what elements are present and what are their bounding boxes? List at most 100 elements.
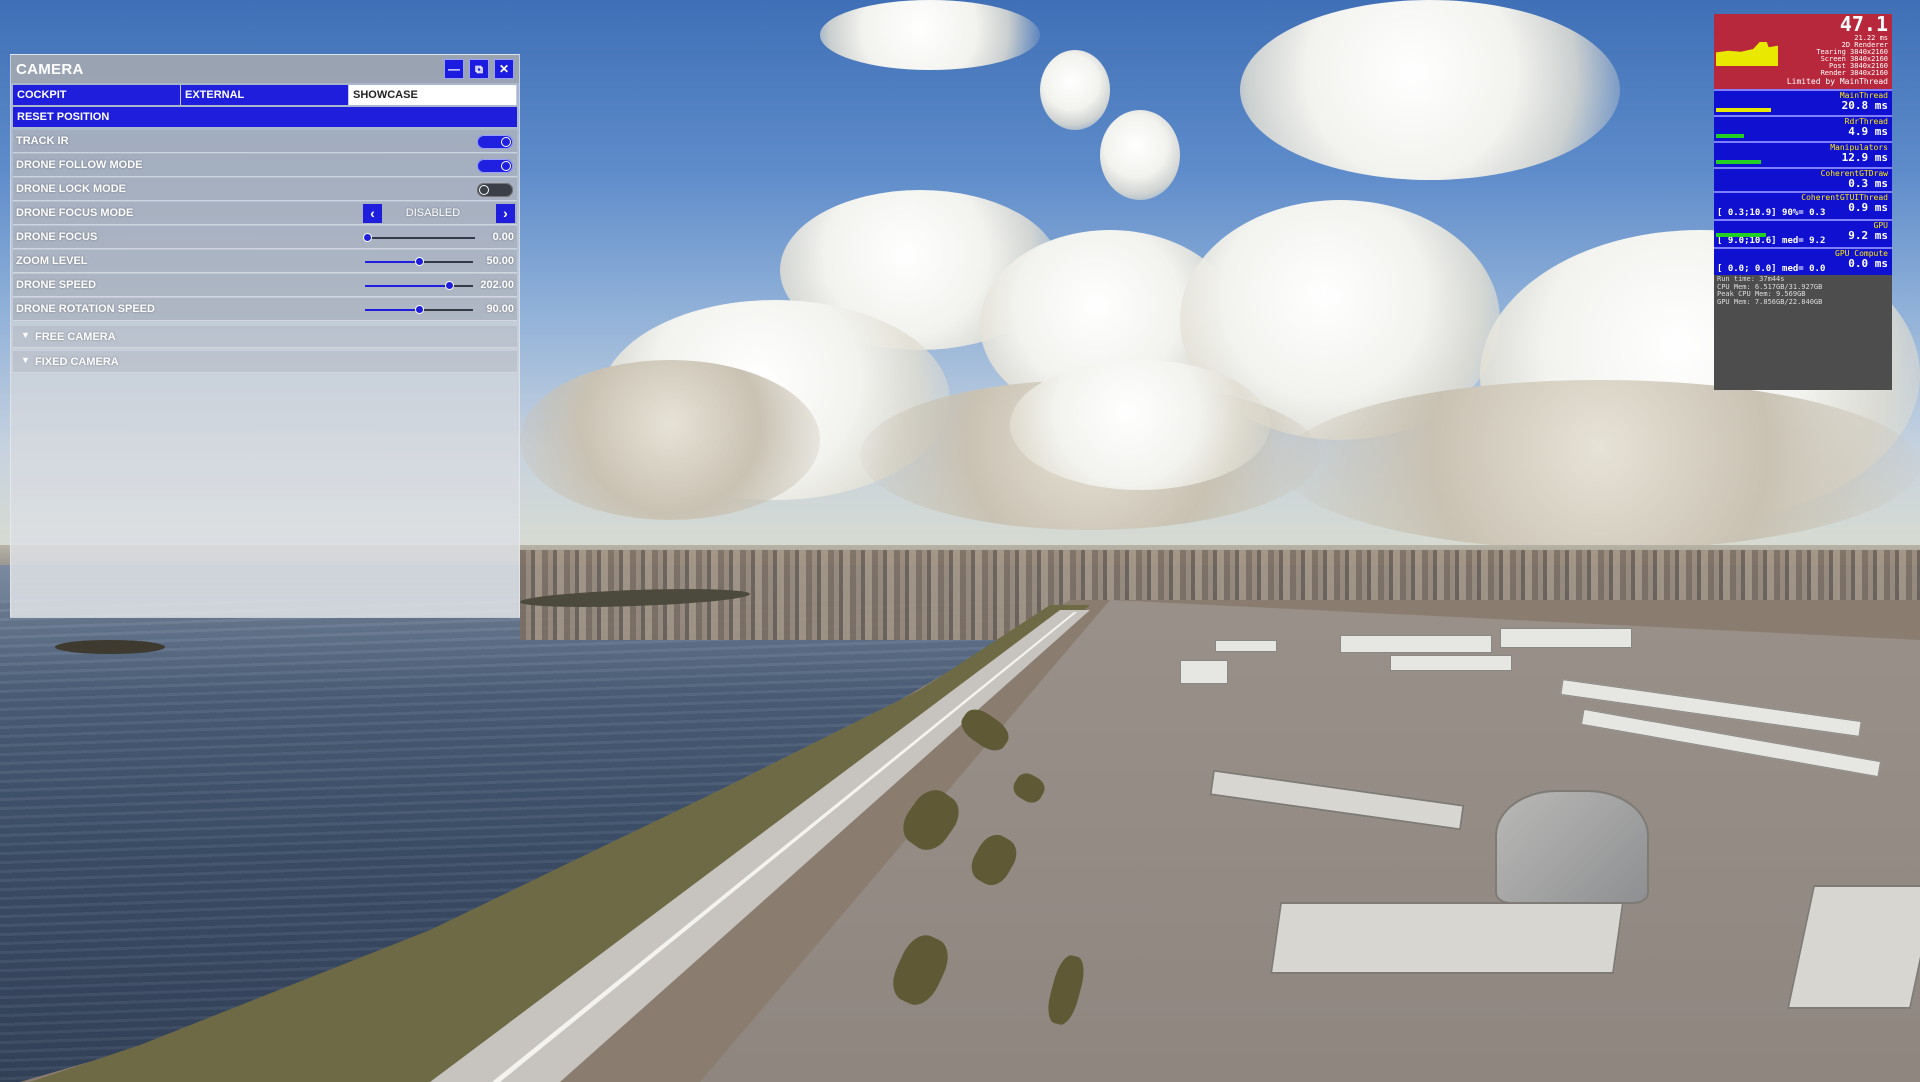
drone-focus-slider[interactable] xyxy=(363,233,475,242)
terminal-building xyxy=(1269,902,1625,974)
tab-cockpit[interactable]: COCKPIT xyxy=(13,85,181,105)
slider-fill xyxy=(365,309,419,311)
frametime-graph xyxy=(1716,35,1778,66)
drone-speed-label: DRONE SPEED xyxy=(16,279,97,291)
hangar xyxy=(1215,640,1277,652)
track-ir-row: TRACK IR xyxy=(13,130,517,153)
fps-limit: Limited by MainThread xyxy=(1786,77,1888,86)
fps-box: 47.1 21.22 ms 2D Renderer Tearing 3840x2… xyxy=(1714,14,1892,89)
track-ir-toggle[interactable] xyxy=(477,135,513,149)
camera-tabs: COCKPIT EXTERNAL SHOWCASE xyxy=(13,85,517,105)
thread-range: [ 0.0; 0.0] med= 0.0 xyxy=(1717,264,1826,274)
cloud xyxy=(1010,360,1270,490)
thread-stat: CoherentGTUIThread 0.9 ms [ 0.3;10.9] 90… xyxy=(1714,191,1892,219)
thread-ms: 0.3 ms xyxy=(1848,177,1888,190)
thread-bar xyxy=(1716,108,1771,112)
drone-focus-mode-row: DRONE FOCUS MODE ‹ DISABLED › xyxy=(13,202,517,225)
thread-ms: 12.9 ms xyxy=(1841,151,1888,164)
thread-stat: Manipulators 12.9 ms xyxy=(1714,141,1892,167)
tab-showcase[interactable]: SHOWCASE xyxy=(349,85,517,105)
fps-value: 47.1 xyxy=(1839,12,1888,36)
toggle-knob xyxy=(501,137,511,147)
drone-lock-mode-row: DRONE LOCK MODE xyxy=(13,178,517,201)
drone-lock-mode-label: DRONE LOCK MODE xyxy=(16,183,126,195)
thread-bar xyxy=(1716,134,1744,138)
camera-panel: CAMERA — ⧉ ✕ COCKPIT EXTERNAL SHOWCASE R… xyxy=(10,54,520,618)
drone-speed-slider[interactable] xyxy=(365,281,473,290)
thread-ms: 0.9 ms xyxy=(1848,201,1888,214)
drone-rotation-speed-row: DRONE ROTATION SPEED 90.00 xyxy=(13,298,517,321)
cloud xyxy=(820,0,1040,70)
thread-stat: GPU 9.2 ms [ 9.0;10.6] med= 9.2 xyxy=(1714,219,1892,247)
cloud xyxy=(1100,110,1180,200)
free-camera-section[interactable]: ▼ FREE CAMERA xyxy=(13,326,517,348)
slider-handle[interactable] xyxy=(415,257,424,266)
chevron-down-icon: ▼ xyxy=(21,330,30,340)
drone-follow-mode-row: DRONE FOLLOW MODE xyxy=(13,154,517,177)
thread-stat: MainThread 20.8 ms xyxy=(1714,89,1892,115)
cloud xyxy=(1280,380,1920,550)
terminal-dome xyxy=(1495,790,1649,904)
free-camera-label: FREE CAMERA xyxy=(35,331,116,343)
drone-follow-mode-label: DRONE FOLLOW MODE xyxy=(16,159,143,171)
hangar xyxy=(1500,628,1632,648)
drone-speed-row: DRONE SPEED 202.00 xyxy=(13,274,517,297)
toggle-knob xyxy=(479,185,489,195)
close-icon: ✕ xyxy=(498,62,510,76)
popout-button[interactable]: ⧉ xyxy=(469,59,489,79)
drone-focus-value: 0.00 xyxy=(492,231,514,243)
zoom-level-slider[interactable] xyxy=(365,257,473,266)
zoom-level-row: ZOOM LEVEL 50.00 xyxy=(13,250,517,273)
drone-focus-row: DRONE FOCUS 0.00 xyxy=(13,226,517,249)
cloud xyxy=(520,360,820,520)
tab-external[interactable]: EXTERNAL xyxy=(181,85,349,105)
thread-ms: 20.8 ms xyxy=(1841,99,1888,112)
panel-title: CAMERA xyxy=(16,60,84,78)
zoom-level-value: 50.00 xyxy=(486,255,514,267)
drone-focus-label: DRONE FOCUS xyxy=(16,231,98,243)
hangar xyxy=(1340,635,1492,653)
focus-mode-prev-button[interactable]: ‹ xyxy=(363,204,382,223)
drone-rotation-speed-slider[interactable] xyxy=(365,305,473,314)
drone-lock-mode-toggle[interactable] xyxy=(477,183,513,197)
slider-fill xyxy=(365,261,419,263)
thread-ms: 9.2 ms xyxy=(1848,229,1888,242)
slider-handle[interactable] xyxy=(445,281,455,290)
memory-stats: Run time: 37m44s CPU Mem: 6.517GB/31.927… xyxy=(1717,275,1823,306)
drone-rotation-speed-value: 90.00 xyxy=(486,303,514,315)
chevron-right-icon: › xyxy=(503,205,508,221)
thread-ms: 0.0 ms xyxy=(1848,257,1888,270)
slider-handle[interactable] xyxy=(363,233,372,242)
performance-overlay: 47.1 21.22 ms 2D Renderer Tearing 3840x2… xyxy=(1714,14,1892,390)
track-ir-label: TRACK IR xyxy=(16,135,69,147)
hangar xyxy=(1390,655,1512,671)
drone-focus-mode-label: DRONE FOCUS MODE xyxy=(16,207,134,219)
thread-bar xyxy=(1716,233,1766,237)
minimize-button[interactable]: — xyxy=(444,59,464,79)
memory-line: GPU Mem: 7.856GB/22.840GB xyxy=(1717,297,1823,306)
zoom-level-label: ZOOM LEVEL xyxy=(16,255,88,267)
close-button[interactable]: ✕ xyxy=(494,59,514,79)
thread-stat: CoherentGTDraw 0.3 ms xyxy=(1714,167,1892,191)
drone-follow-mode-toggle[interactable] xyxy=(477,159,513,173)
focus-mode-next-button[interactable]: › xyxy=(496,204,515,223)
chevron-left-icon: ‹ xyxy=(370,205,375,221)
hangar xyxy=(1180,660,1228,684)
chevron-down-icon: ▼ xyxy=(21,355,30,365)
slider-fill xyxy=(365,285,450,287)
thread-ms: 4.9 ms xyxy=(1848,125,1888,138)
fixed-camera-section[interactable]: ▼ FIXED CAMERA xyxy=(13,351,517,373)
camera-panel-header[interactable]: CAMERA — ⧉ ✕ xyxy=(11,55,519,83)
thread-range: [ 0.3;10.9] 90%= 0.3 xyxy=(1717,208,1826,218)
thread-bar xyxy=(1716,160,1761,164)
popout-icon: ⧉ xyxy=(475,64,483,76)
reset-position-button[interactable]: RESET POSITION xyxy=(13,107,517,127)
drone-speed-value: 202.00 xyxy=(480,279,514,291)
thread-range: [ 9.0;10.6] med= 9.2 xyxy=(1717,236,1826,246)
thread-stat: GPU Compute 0.0 ms [ 0.0; 0.0] med= 0.0 xyxy=(1714,247,1892,275)
cloud xyxy=(1040,50,1110,130)
thread-stat: RdrThread 4.9 ms xyxy=(1714,115,1892,141)
fps-line: Render 3840x2160 xyxy=(1820,69,1888,77)
slider-handle[interactable] xyxy=(415,305,424,314)
toggle-knob xyxy=(501,161,511,171)
